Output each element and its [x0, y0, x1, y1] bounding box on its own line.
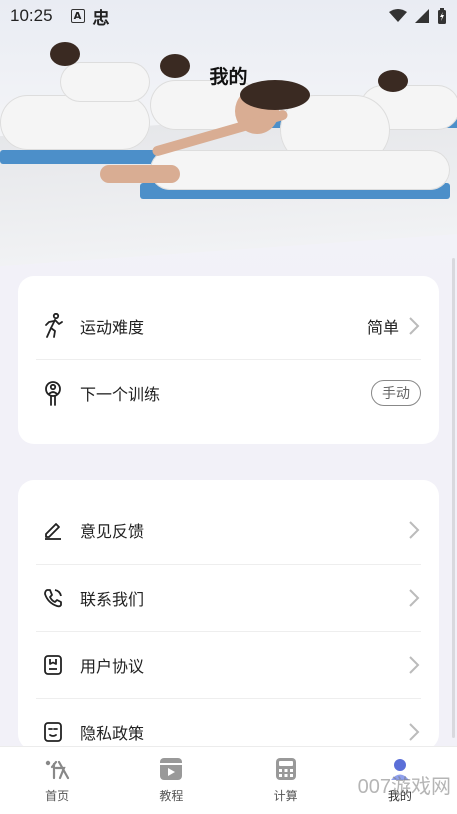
difficulty-value: 简单 — [366, 318, 399, 337]
scrollbar[interactable] — [452, 258, 455, 738]
row-feedback[interactable]: 意见反馈 — [18, 497, 439, 563]
tab-calculate[interactable]: 计算 — [229, 747, 343, 814]
video-icon — [158, 757, 184, 781]
row-label: 隐私政策 — [80, 724, 145, 743]
chevron-right-icon — [409, 656, 420, 674]
notification-app-icon: 忠 — [92, 8, 110, 29]
chevron-right-icon — [409, 589, 420, 607]
page-title: 我的 — [209, 66, 248, 88]
settings-card: 运动难度 简单 下一个训练 手动 — [18, 276, 439, 444]
hero-banner-image — [0, 0, 457, 280]
tab-tutorial[interactable]: 教程 — [114, 747, 228, 814]
privacy-icon — [40, 719, 66, 745]
watermark: 007游戏网 — [357, 776, 451, 798]
row-user-agreement[interactable]: 用户协议 — [18, 632, 439, 698]
phone-icon — [40, 585, 66, 611]
battery-icon — [438, 8, 446, 24]
row-exercise-difficulty[interactable]: 运动难度 简单 — [18, 293, 439, 359]
row-label: 运动难度 — [80, 318, 145, 337]
wifi-icon — [389, 9, 407, 22]
tab-label: 计算 — [273, 789, 298, 803]
status-bar: 10:25 A 忠 — [0, 0, 457, 32]
row-label: 意见反馈 — [80, 522, 145, 541]
status-time: 10:25 — [10, 6, 53, 25]
calculator-icon — [273, 757, 299, 781]
tab-home[interactable]: 首页 — [0, 747, 114, 814]
person-icon — [40, 380, 66, 406]
pen-icon — [40, 517, 66, 543]
signal-icon — [415, 9, 429, 23]
runner-icon — [40, 313, 66, 339]
row-next-training[interactable]: 下一个训练 手动 — [18, 360, 439, 426]
row-label: 下一个训练 — [80, 385, 161, 404]
chevron-right-icon — [409, 521, 420, 539]
tab-label: 教程 — [159, 789, 184, 803]
notification-a-icon: A — [70, 9, 85, 23]
row-label: 联系我们 — [80, 590, 145, 609]
home-icon — [44, 757, 70, 781]
tab-label: 首页 — [45, 789, 70, 803]
chevron-right-icon — [409, 317, 420, 335]
mode-toggle-pill[interactable]: 手动 — [371, 380, 421, 406]
chevron-right-icon — [409, 723, 420, 741]
agreement-icon — [40, 652, 66, 678]
row-label: 用户协议 — [80, 657, 145, 676]
row-contact-us[interactable]: 联系我们 — [18, 565, 439, 631]
more-options-card: 意见反馈 联系我们 用户协议 隐私政策 — [18, 480, 439, 750]
